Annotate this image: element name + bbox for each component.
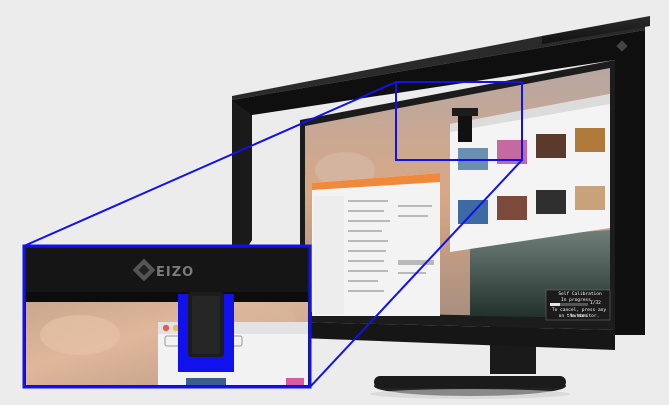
osd-message-line2: on the monitor. <box>558 314 600 319</box>
osd-counter: 1/32 <box>590 301 601 306</box>
monitor-product-scene: EIZO <box>22 16 650 399</box>
svg-text:EIZO: EIZO <box>156 265 194 280</box>
zoom-inset: EIZO <box>24 246 310 387</box>
